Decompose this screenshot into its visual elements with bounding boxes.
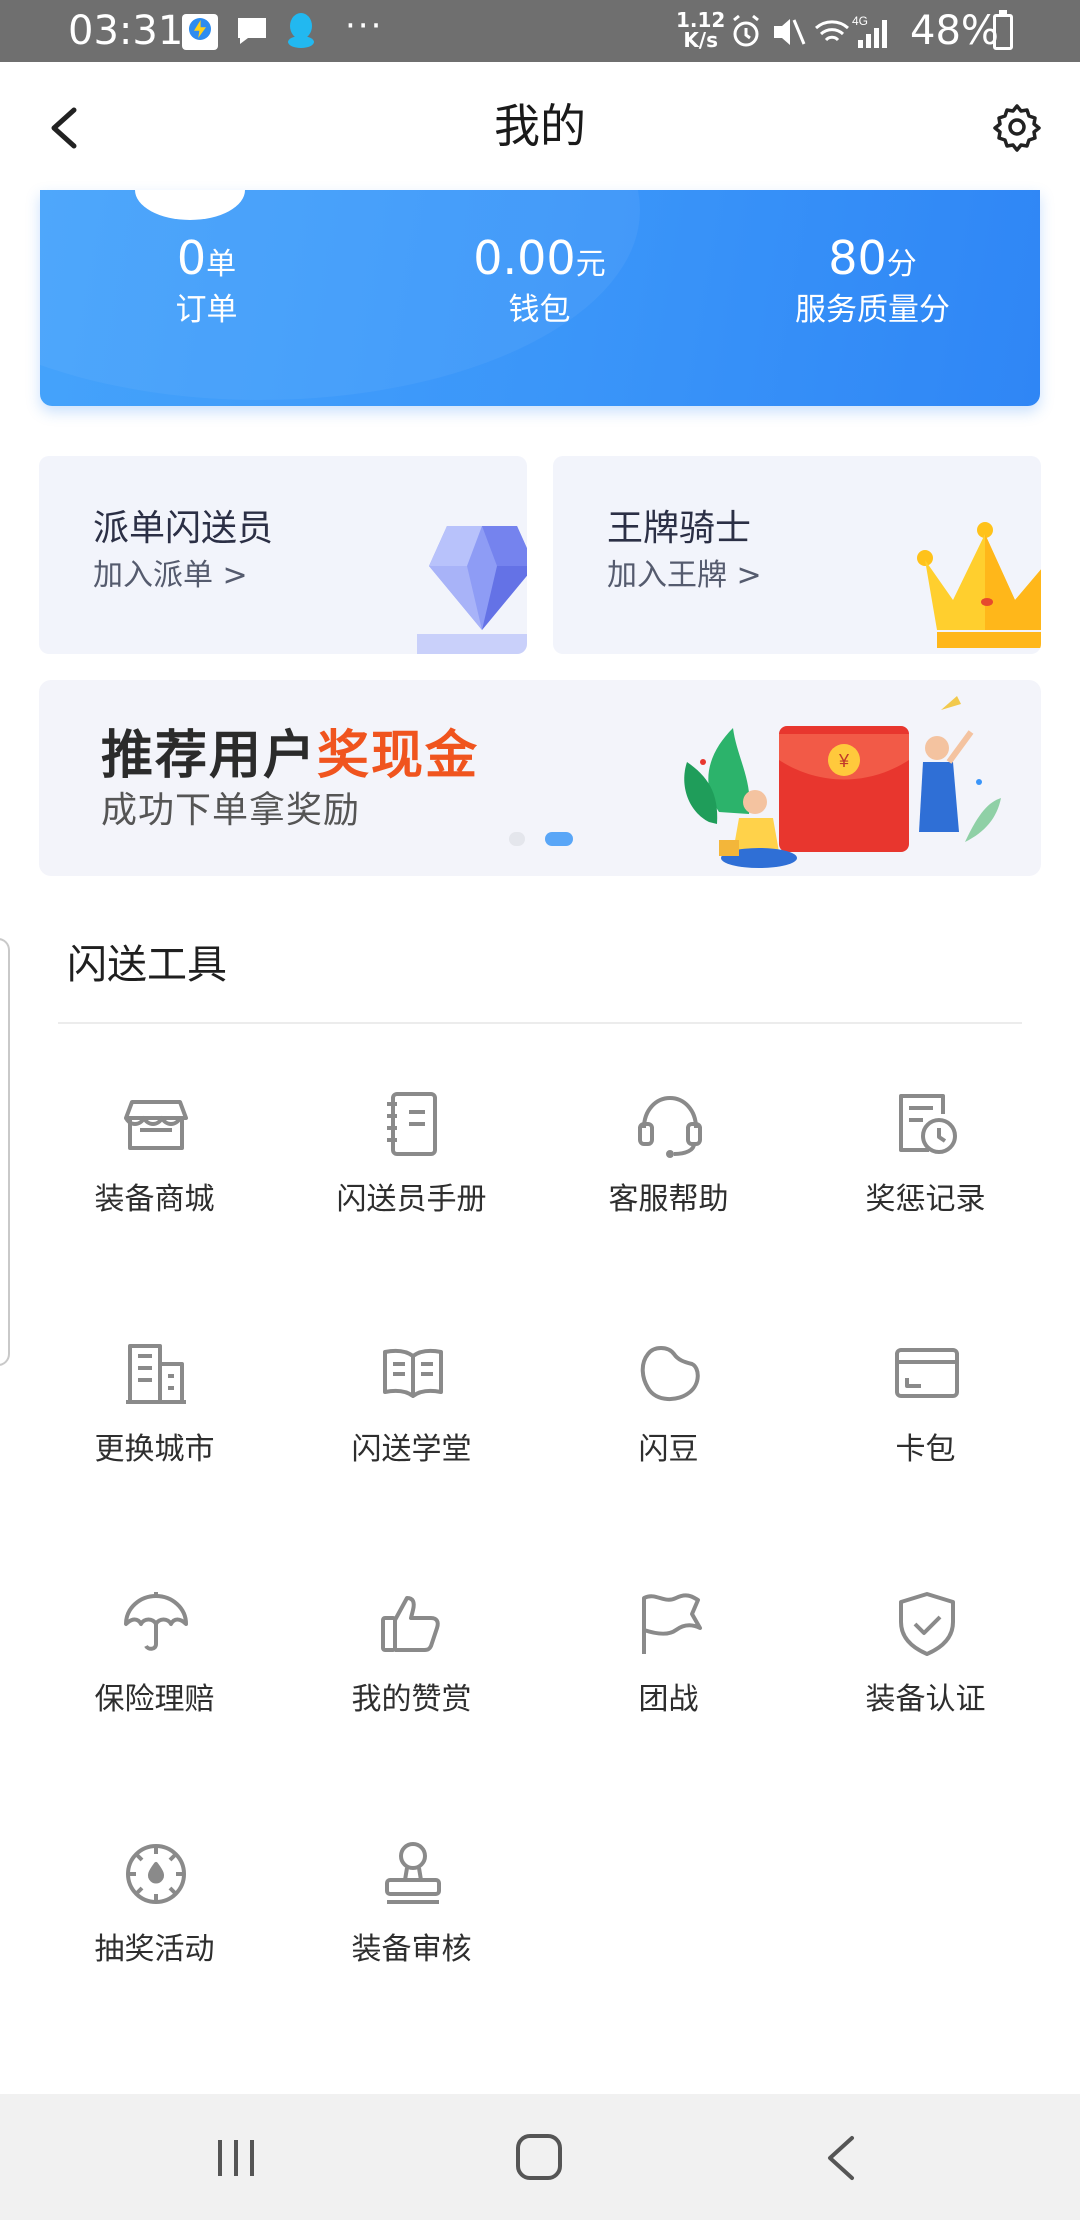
status-bar: 03:31 ··· 1.12 K/s 4G 48% [0, 0, 1080, 62]
tool-my-appreciation[interactable]: 我的赞赏 [283, 1548, 540, 1798]
more-notifications-icon: ··· [345, 6, 384, 46]
tool-label: 装备商城 [94, 1182, 215, 1217]
tool-change-city[interactable]: 更换城市 [26, 1298, 283, 1548]
tool-label: 我的赞赏 [351, 1682, 472, 1717]
tool-equipment-certification[interactable]: 装备认证 [797, 1548, 1054, 1798]
tool-equipment-review[interactable]: 装备审核 [283, 1798, 540, 2048]
tools-section-title: 闪送工具 [67, 942, 227, 988]
back-nav-icon[interactable] [822, 2134, 862, 2182]
thumbs-up-icon [381, 1596, 440, 1652]
tool-label: 奖惩记录 [865, 1182, 986, 1217]
tool-card-wallet[interactable]: 卡包 [797, 1298, 1054, 1548]
tool-label: 闪送学堂 [351, 1432, 472, 1467]
banner-subtitle: 成功下单拿奖励 [101, 790, 361, 831]
net-speed-unit: K/s [683, 28, 719, 52]
store-icon [124, 1100, 188, 1150]
lottery-wheel-icon [126, 1844, 186, 1904]
gear-icon[interactable] [992, 102, 1042, 152]
status-time: 03:31 [68, 8, 184, 54]
banner-title-main: 推荐用户 [101, 726, 318, 786]
recent-apps-icon[interactable] [214, 2138, 258, 2178]
home-icon[interactable] [516, 2134, 562, 2180]
shield-check-icon [899, 1592, 955, 1656]
stat-orders[interactable]: 0单 订单 [40, 230, 373, 332]
banner-dot-2-active[interactable] [545, 832, 573, 846]
stat-quality-unit: 分 [886, 247, 917, 282]
tool-courier-handbook[interactable]: 闪送员手册 [283, 1048, 540, 1298]
tool-equipment-store[interactable]: 装备商城 [26, 1048, 283, 1298]
crown-icon [917, 522, 1041, 648]
banner-title-highlight: 奖现金 [317, 726, 480, 786]
page-title: 我的 [494, 99, 586, 153]
open-book-icon [383, 1348, 443, 1398]
referral-banner[interactable]: 推荐用户奖现金 成功下单拿奖励 ¥ [39, 680, 1041, 876]
banner-title: 推荐用户奖现金 [101, 724, 479, 788]
promo-dispatch-courier[interactable]: 派单闪送员 加入派单 > [39, 456, 527, 654]
message-icon [238, 18, 266, 44]
tool-label: 装备认证 [865, 1682, 986, 1717]
battery-icon [993, 10, 1013, 50]
stats-card: 0单 订单 0.00元 钱包 80分 服务质量分 [40, 190, 1040, 406]
stat-quality-score[interactable]: 80分 服务质量分 [706, 230, 1039, 332]
promo-ace-title: 王牌骑士 [607, 508, 752, 549]
stamp-icon [385, 1842, 441, 1904]
status-system-icons: 4G [733, 14, 887, 48]
umbrella-icon [124, 1592, 188, 1651]
tool-label: 抽奖活动 [94, 1932, 215, 1967]
promo-ace-knight[interactable]: 王牌骑士 加入王牌 > [553, 456, 1041, 654]
bean-icon [640, 1346, 700, 1401]
promo-dispatch-title: 派单闪送员 [93, 508, 274, 549]
stat-orders-value: 0 [176, 231, 207, 285]
buildings-icon [126, 1344, 186, 1404]
edge-panel-handle[interactable] [0, 938, 10, 1366]
tool-label: 保险理赔 [94, 1682, 215, 1717]
net-speed: 1.12 K/s [676, 10, 725, 50]
tool-label: 装备审核 [351, 1932, 472, 1967]
tool-label: 客服帮助 [608, 1182, 729, 1217]
net-speed-value: 1.12 [676, 8, 726, 32]
stat-orders-label: 订单 [175, 292, 238, 328]
svg-text:¥: ¥ [838, 751, 850, 771]
tool-label: 闪豆 [638, 1432, 699, 1467]
tools-divider [58, 1022, 1022, 1024]
flag-icon [642, 1593, 702, 1654]
banner-dot-1[interactable] [509, 832, 525, 846]
shansong-app-icon [182, 14, 218, 50]
tool-lottery[interactable]: 抽奖活动 [26, 1798, 283, 2048]
tool-team-battle[interactable]: 团战 [540, 1548, 797, 1798]
qq-icon [288, 13, 314, 48]
tool-customer-service[interactable]: 客服帮助 [540, 1048, 797, 1298]
promo-dispatch-link[interactable]: 加入派单 > [93, 556, 248, 596]
promo-ace-link[interactable]: 加入王牌 > [607, 556, 762, 596]
stat-orders-unit: 单 [206, 247, 237, 282]
stat-quality-label: 服务质量分 [795, 292, 950, 328]
mute-icon [774, 19, 806, 45]
stat-quality-value: 80 [828, 231, 887, 285]
alarm-icon [733, 14, 759, 47]
tool-reward-penalty-record[interactable]: 奖惩记录 [797, 1048, 1054, 1298]
stat-wallet-label: 钱包 [508, 292, 571, 328]
notebook-icon [387, 1092, 437, 1156]
tool-flash-beans[interactable]: 闪豆 [540, 1298, 797, 1548]
diamond-icon [417, 526, 527, 654]
tool-label: 团战 [638, 1682, 699, 1717]
tool-label: 更换城市 [94, 1432, 215, 1467]
stat-wallet-unit: 元 [575, 247, 606, 282]
wifi-icon [815, 20, 849, 42]
tool-label: 卡包 [895, 1432, 956, 1467]
headset-icon [638, 1096, 702, 1158]
stat-wallet-value: 0.00 [473, 231, 576, 285]
system-nav-bar [0, 2094, 1080, 2220]
tool-insurance-claim[interactable]: 保险理赔 [26, 1548, 283, 1798]
tool-academy[interactable]: 闪送学堂 [283, 1298, 540, 1548]
header: 我的 [0, 62, 1080, 192]
stat-wallet[interactable]: 0.00元 钱包 [373, 230, 706, 332]
red-envelope-illustration: ¥ [684, 696, 1001, 868]
network-type-label: 4G [852, 14, 868, 28]
tool-label: 闪送员手册 [336, 1182, 487, 1217]
record-clock-icon [899, 1094, 957, 1154]
card-icon [895, 1348, 959, 1398]
battery-level: 48% [910, 8, 999, 54]
